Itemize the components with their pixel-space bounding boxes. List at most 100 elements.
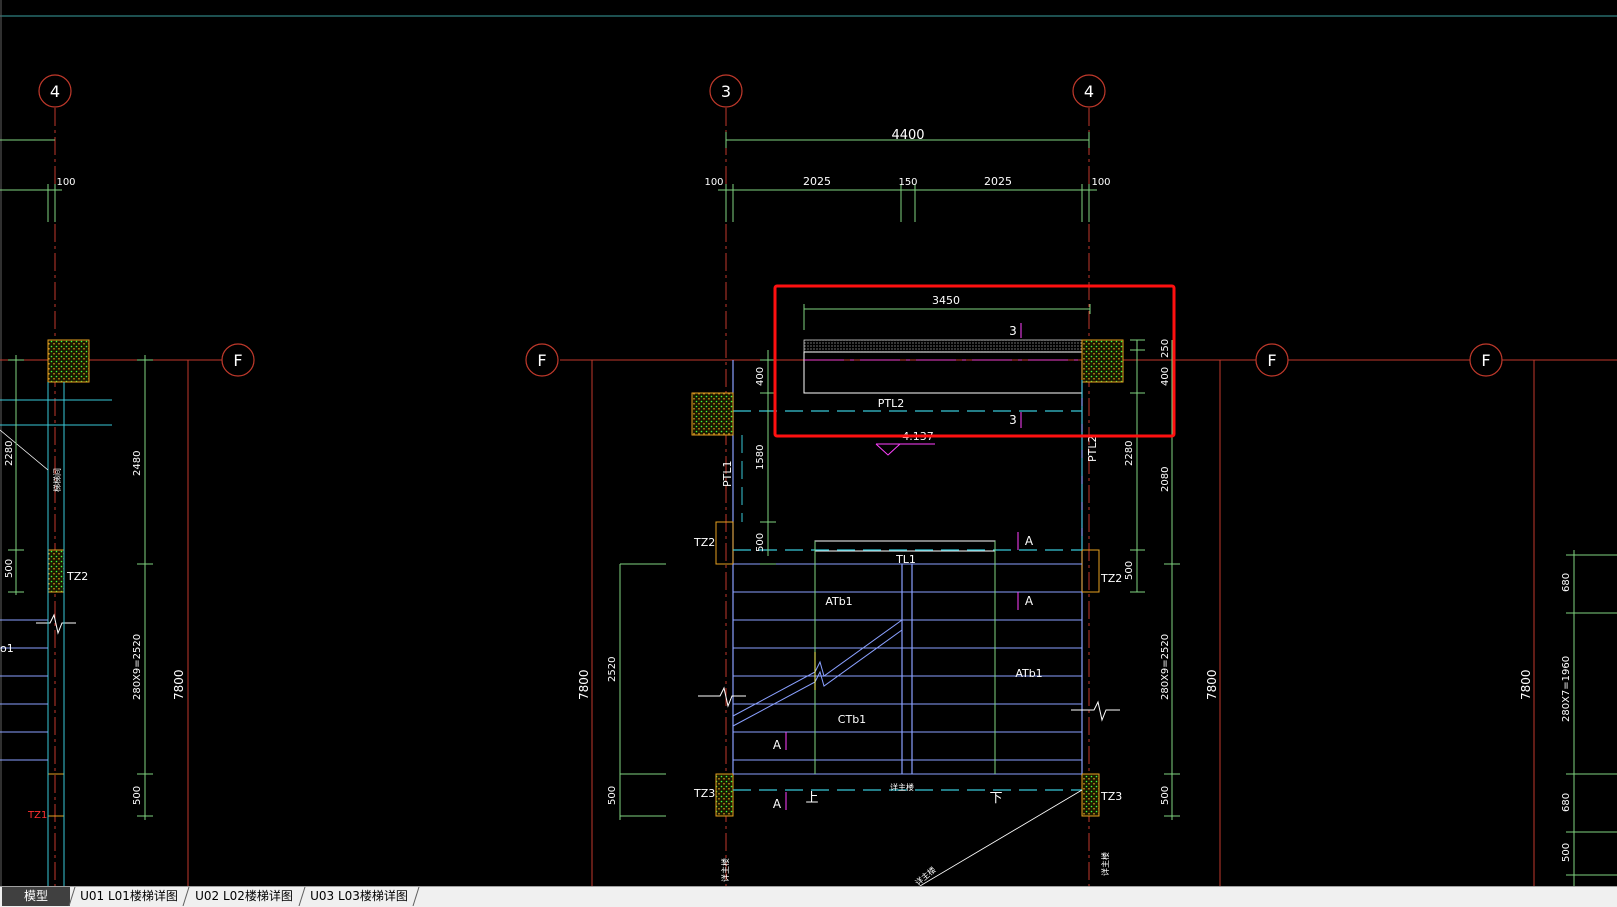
dim-2025-a: 2025 <box>803 175 831 188</box>
dim-7800: 7800 <box>172 669 186 700</box>
layout-tab-bar: 模型 U01 L01楼梯详图 U02 L02楼梯详图 U03 L03楼梯详图 <box>0 886 1617 907</box>
label-a: A <box>773 738 782 752</box>
dim-7800: 7800 <box>577 669 591 700</box>
right-stair-partial <box>1533 360 1617 886</box>
dim-2480: 2480 <box>132 451 143 476</box>
dim-280x7: 280X7=1960 <box>1561 656 1572 722</box>
dim-3450-line <box>803 304 1091 330</box>
tl1-beam <box>733 540 1082 791</box>
tab-u03-l03[interactable]: U03 L03楼梯详图 <box>306 887 412 906</box>
dim-100-right: 100 <box>1091 177 1110 188</box>
label-a: A <box>773 797 782 811</box>
label-wall-note: 详主楼 <box>720 858 730 882</box>
dim-4400: 4400 <box>891 128 924 143</box>
tab-separator <box>68 887 76 906</box>
column-tz2-outline <box>715 521 734 565</box>
label-tz2: TZ2 <box>66 570 88 583</box>
tab-separator <box>412 887 420 906</box>
break-symbol <box>698 686 746 708</box>
tab-u02-l02[interactable]: U02 L02楼梯详图 <box>190 887 298 906</box>
label-wall-note: 详主楼 <box>890 782 914 792</box>
column-hatch <box>1081 773 1100 817</box>
label-ptl2: PTL2 <box>878 397 904 410</box>
dimension-chain-middle-left <box>591 350 776 886</box>
dim-500: 500 <box>607 786 618 805</box>
grid-bubble-4-right: 4 <box>1072 74 1106 108</box>
dim-2520: 2520 <box>607 657 618 682</box>
grid-bubble-label: 3 <box>721 82 731 101</box>
dim-100-leftview: 100 <box>56 177 75 188</box>
dim-2080: 2080 <box>1160 467 1171 492</box>
column-tz1-outline <box>47 773 65 817</box>
label-wall-note: 梯梯间 <box>52 468 62 492</box>
dim-1580: 1580 <box>755 445 766 470</box>
dim-500: 500 <box>755 533 766 552</box>
dim-250: 250 <box>1160 339 1171 358</box>
label-ptl1: PTL1 <box>721 461 734 487</box>
grid-bubble-label: F <box>1481 351 1490 370</box>
tab-model[interactable]: 模型 <box>2 887 70 906</box>
break-symbol <box>1071 700 1120 722</box>
dim-500: 500 <box>4 559 15 578</box>
grid-bubble-label: F <box>537 351 546 370</box>
column-hatch <box>47 549 65 593</box>
label-tz3: TZ3 <box>693 787 715 800</box>
label-partial: o1 <box>0 642 14 655</box>
label-section-3-top: 3 <box>1009 324 1017 338</box>
stair-break-line <box>732 619 903 727</box>
grid-bubble-label: F <box>233 351 242 370</box>
tab-separator <box>182 887 190 906</box>
column-hatch <box>1081 339 1124 383</box>
label-up: 上 <box>805 791 818 806</box>
column-hatch <box>691 392 734 436</box>
label-atb1: ATb1 <box>825 595 852 608</box>
grid-axes <box>54 108 1090 886</box>
label-tz3: TZ3 <box>1100 790 1122 803</box>
dim-100-left: 100 <box>704 177 723 188</box>
label-down: 下 <box>989 791 1002 806</box>
cad-application: 4 3 4 F F F F 4400 100 2025 150 2025 100… <box>0 0 1617 907</box>
label-wall-note: 详主楼 <box>1100 852 1110 876</box>
column-hatch <box>715 773 734 817</box>
dim-150: 150 <box>898 177 917 188</box>
elevation-marker <box>875 443 935 456</box>
dim-500: 500 <box>1124 561 1135 580</box>
break-symbol <box>36 613 76 635</box>
left-stair-partial <box>0 355 189 886</box>
dim-680: 680 <box>1561 573 1572 592</box>
label-ctb1: CTb1 <box>838 713 866 726</box>
dimension-chain-top <box>0 132 1097 222</box>
grid-bubble-f-4: F <box>1469 343 1503 377</box>
ptl2-beam <box>733 339 1083 412</box>
tab-u01-l01[interactable]: U01 L01楼梯详图 <box>76 887 182 906</box>
label-a: A <box>1025 534 1034 548</box>
dim-280x9: 280X9=2520 <box>132 634 143 700</box>
column-hatch <box>47 339 90 383</box>
dim-2025-b: 2025 <box>984 175 1012 188</box>
dim-280x9: 280X9=2520 <box>1160 634 1171 700</box>
dim-400: 400 <box>1160 367 1171 386</box>
dim-2280: 2280 <box>4 441 15 466</box>
dim-500: 500 <box>132 786 143 805</box>
label-tz2: TZ2 <box>693 536 715 549</box>
cad-drawing-canvas[interactable]: 4 3 4 F F F F 4400 100 2025 150 2025 100… <box>0 0 1617 886</box>
grid-bubble-f-3: F <box>1255 343 1289 377</box>
dim-7800: 7800 <box>1205 669 1219 700</box>
stair-flight-edges <box>814 541 996 774</box>
grid-bubble-label: F <box>1267 351 1276 370</box>
label-section-3-bottom: 3 <box>1009 413 1017 427</box>
label-tz1: TZ1 <box>27 810 47 821</box>
tab-separator <box>298 887 306 906</box>
dim-2280: 2280 <box>1124 441 1135 466</box>
grid-bubble-3: 3 <box>709 74 743 108</box>
dim-500: 500 <box>1561 843 1572 862</box>
dim-400: 400 <box>755 367 766 386</box>
column-tz2-outline <box>1081 549 1100 593</box>
dim-680: 680 <box>1561 793 1572 812</box>
dim-3450: 3450 <box>932 294 960 307</box>
grid-bubble-4-left: 4 <box>38 74 72 108</box>
label-atb1: ATb1 <box>1015 667 1042 680</box>
label-tz2: TZ2 <box>1100 572 1122 585</box>
grid-bubble-f-1: F <box>221 343 255 377</box>
stair-walls <box>732 360 1083 776</box>
